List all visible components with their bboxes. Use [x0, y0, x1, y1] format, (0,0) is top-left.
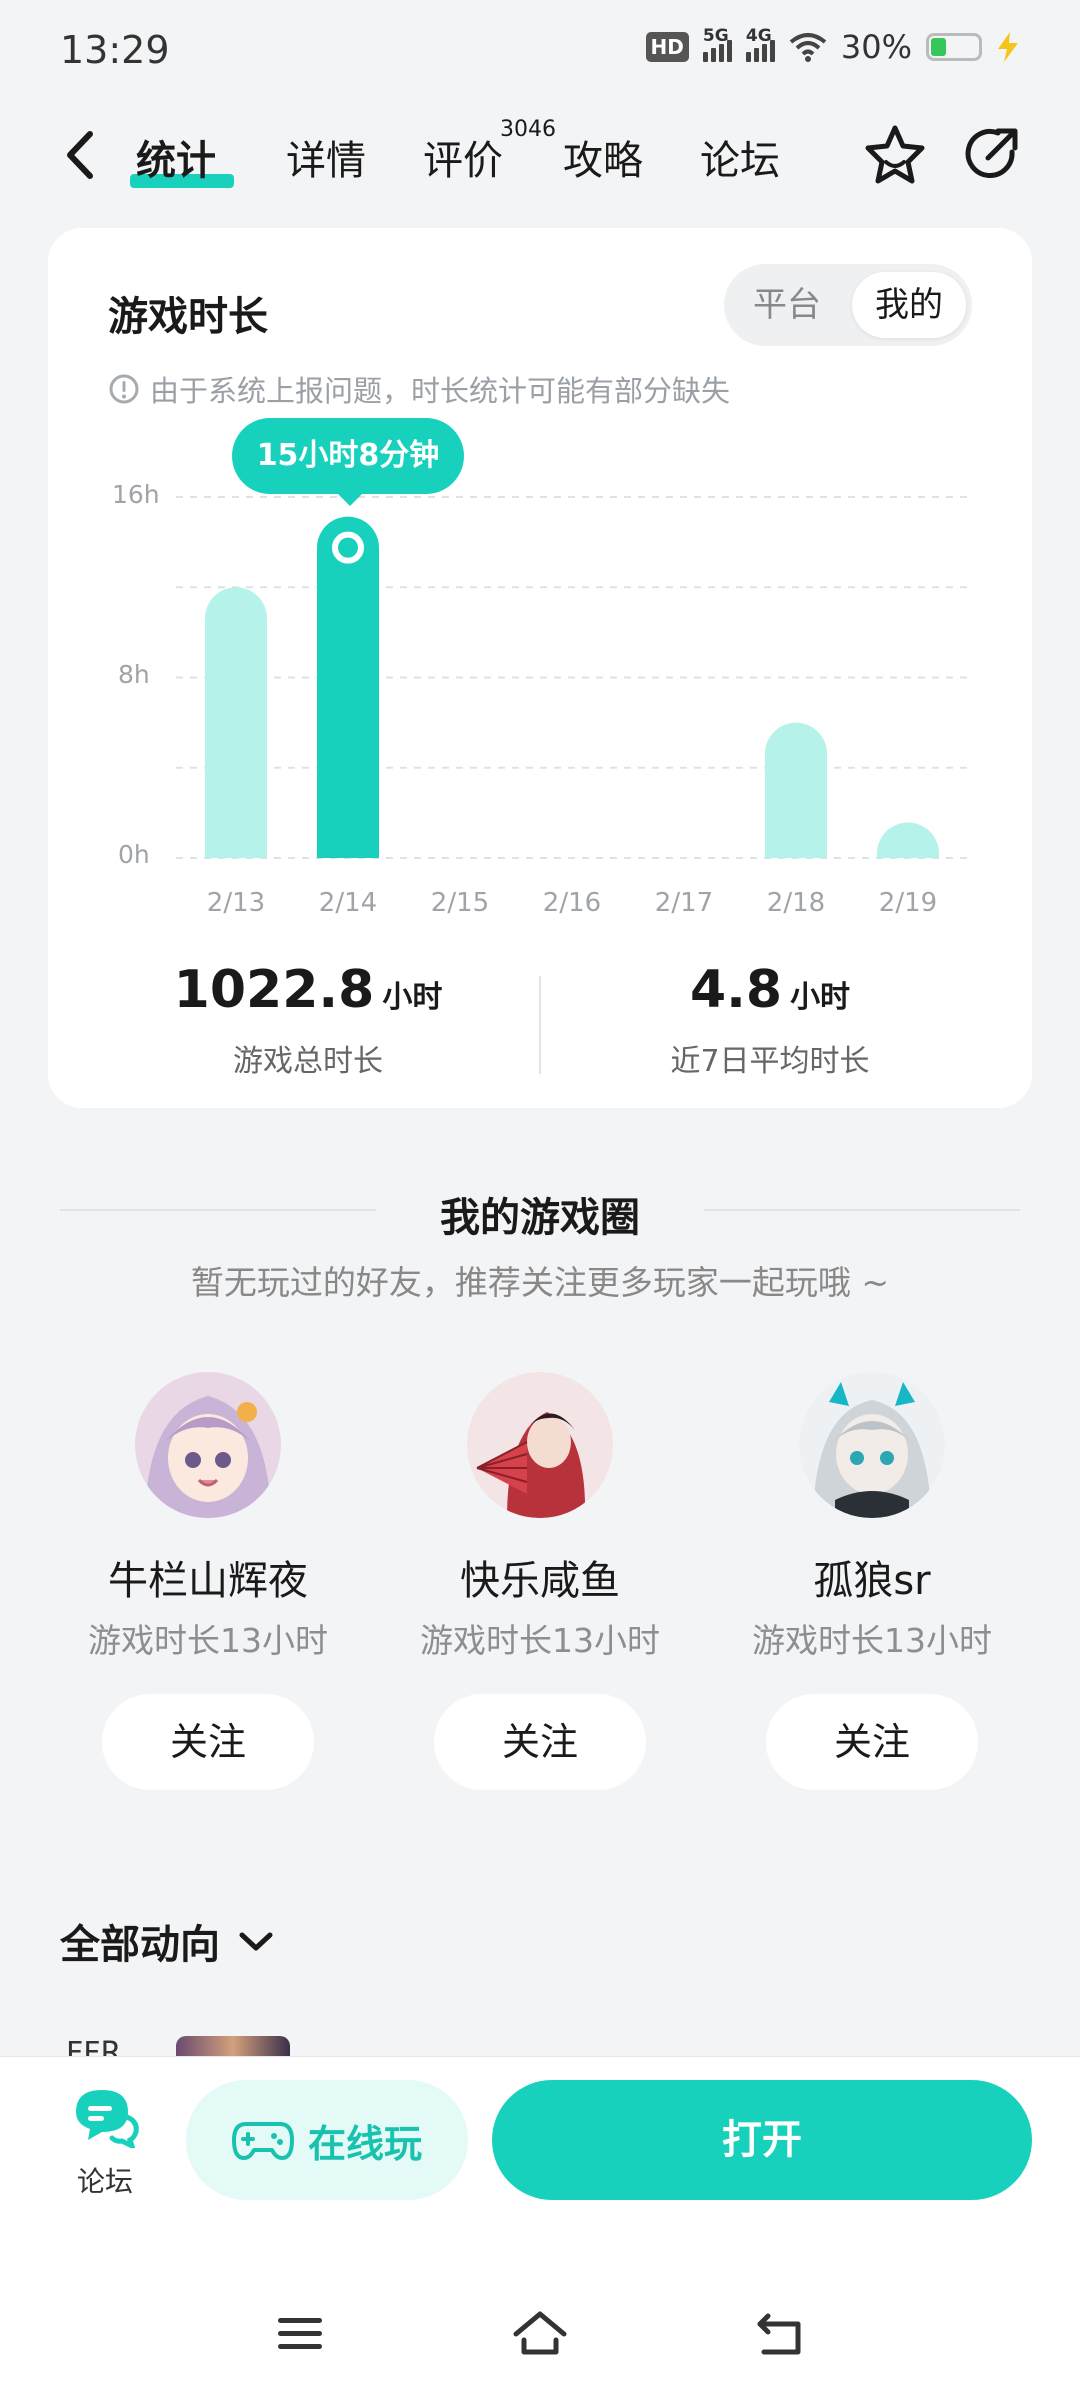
average-playtime-unit: 小时: [790, 980, 851, 1015]
friend-playtime: 游戏时长13小时: [752, 1621, 992, 1660]
friend-playtime: 游戏时长13小时: [420, 1621, 660, 1660]
y-tick: 16h: [112, 480, 160, 509]
back-nav-icon[interactable]: [750, 2306, 810, 2362]
average-playtime-label: 近7日平均时长: [670, 1044, 870, 1079]
friend-playtime: 游戏时长13小时: [88, 1621, 328, 1660]
gamepad-icon: [231, 2122, 294, 2160]
x-tick: 2/15: [430, 888, 490, 918]
y-tick: 8h: [118, 660, 150, 689]
feed-item-image: [176, 2036, 290, 2056]
avatar[interactable]: [467, 1372, 613, 1518]
chart-bar-2/13[interactable]: [205, 587, 267, 858]
average-playtime: 4.8 小时: [540, 960, 1000, 1020]
friend-card: 牛栏山辉夜 游戏时长13小时 关注: [58, 1372, 358, 1790]
menu-icon[interactable]: [270, 2306, 330, 2362]
avatar[interactable]: [799, 1372, 945, 1518]
x-tick: 2/16: [542, 888, 602, 918]
x-tick: 2/17: [654, 888, 714, 918]
total-playtime-value: 1022.8: [173, 960, 375, 1020]
game-circle-subtitle: 暂无玩过的好友，推荐关注更多玩家一起玩哦 ~: [190, 1263, 890, 1302]
feed-filter[interactable]: 全部动向: [60, 1912, 274, 1970]
follow-button[interactable]: 关注: [434, 1694, 646, 1790]
open-game-button[interactable]: 打开: [492, 2080, 1032, 2200]
bar-tooltip: 15小时8分钟: [232, 418, 464, 494]
friend-card: 孤狼sr 游戏时长13小时 关注: [722, 1372, 1022, 1790]
chart-bar-2/18[interactable]: [765, 722, 827, 858]
total-playtime: 1022.8 小时: [78, 960, 538, 1020]
friend-name: 牛栏山辉夜: [108, 1558, 308, 1604]
x-tick: 2/13: [206, 888, 266, 918]
x-tick: 2/14: [318, 888, 378, 918]
follow-button[interactable]: 关注: [766, 1694, 978, 1790]
x-tick: 2/19: [878, 888, 938, 918]
game-circle-title: 我的游戏圈: [440, 1195, 640, 1241]
friend-name: 快乐咸鱼: [460, 1558, 620, 1604]
x-tick: 2/18: [766, 888, 826, 918]
selected-bar-marker: [332, 531, 364, 564]
total-playtime-label: 游戏总时长: [233, 1044, 383, 1079]
avatar[interactable]: [135, 1372, 281, 1518]
play-online-label: 在线玩: [307, 2121, 422, 2166]
play-online-button[interactable]: 在线玩: [186, 2080, 468, 2200]
follow-button[interactable]: 关注: [102, 1694, 314, 1790]
friend-card: 快乐咸鱼 游戏时长13小时 关注: [390, 1372, 690, 1790]
y-tick: 0h: [118, 840, 150, 869]
average-playtime-value: 4.8: [689, 960, 783, 1020]
home-icon[interactable]: [510, 2306, 570, 2362]
chevron-down-icon: [239, 1932, 273, 1951]
chart-bar-2/14[interactable]: [317, 516, 379, 858]
tooltip-arrow: [336, 492, 364, 506]
total-playtime-unit: 小时: [382, 980, 443, 1015]
friend-name: 孤狼sr: [813, 1558, 931, 1604]
feed-title-label: 全部动向: [60, 1922, 220, 1968]
forum-chat-icon[interactable]: [72, 2086, 140, 2148]
playtime-bar-chart: [176, 496, 972, 859]
chart-bar-2/19[interactable]: [877, 822, 939, 858]
forum-label[interactable]: 论坛: [60, 2160, 150, 2200]
